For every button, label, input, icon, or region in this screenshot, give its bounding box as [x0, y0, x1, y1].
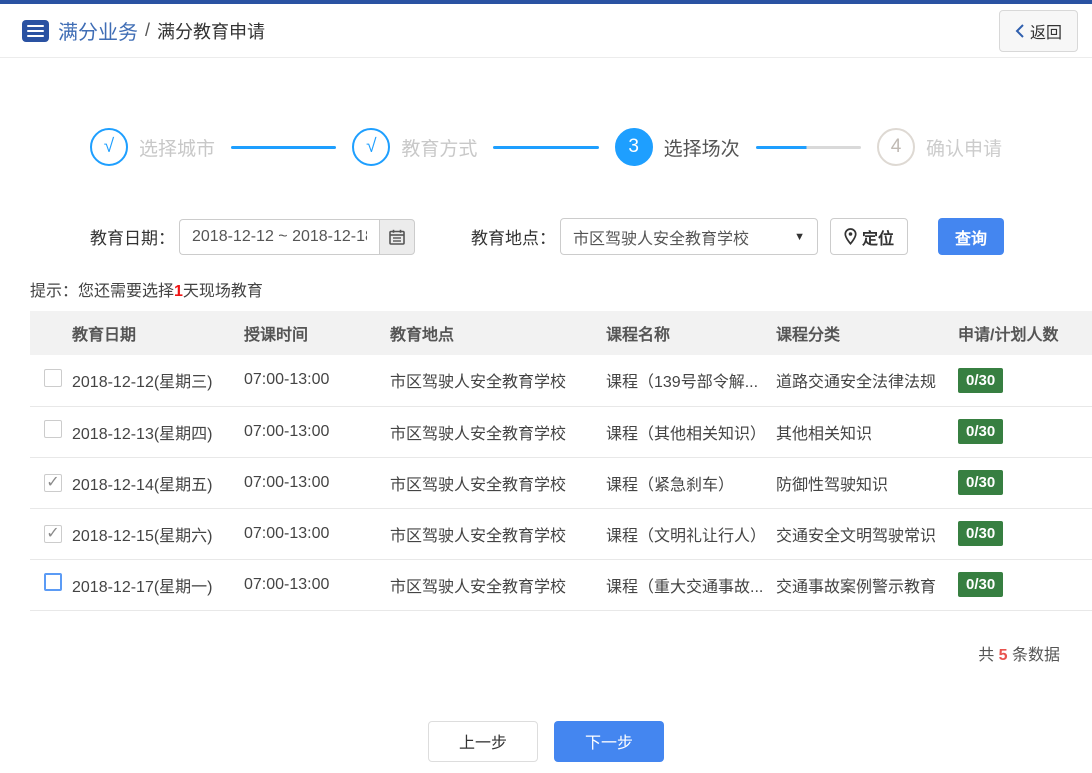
- row-checkbox[interactable]: [44, 573, 62, 591]
- cell-time: 07:00-13:00: [244, 473, 330, 491]
- previous-step-button[interactable]: 上一步: [428, 720, 538, 762]
- breadcrumb-module[interactable]: 满分业务: [58, 16, 138, 45]
- cell-date: 2018-12-14(星期五): [72, 476, 213, 494]
- locate-button[interactable]: 定位: [830, 218, 909, 255]
- step-connector: [493, 145, 599, 149]
- step-4-label: 确认申请: [925, 138, 1002, 160]
- back-button-label: 返回: [1029, 24, 1062, 42]
- row-checkbox[interactable]: ✓: [44, 524, 62, 543]
- cell-course: 课程（文明礼让行人）: [606, 527, 767, 545]
- wizard-stepper: √ 选择城市 √ 教育方式 3 选择场次 4 确认申请: [90, 128, 1002, 166]
- table-row: ✓ 2018-12-14(星期五) 07:00-13:00 市区驾驶人安全教育学…: [30, 457, 1092, 508]
- step-connector: [231, 145, 337, 149]
- cell-location: 市区驾驶人安全教育学校: [390, 425, 567, 443]
- filter-bar: 教育日期： 教育地点： 市区驾驶人安全教育学校 ▼ 定位 查询: [90, 218, 1092, 255]
- cell-location: 市区驾驶人安全教育学校: [390, 476, 567, 494]
- quota-badge: 0/30: [958, 572, 1004, 597]
- col-location: 教育地点: [390, 327, 455, 344]
- chevron-left-icon: [1015, 23, 1024, 38]
- table-row: ✓ 2018-12-15(星期六) 07:00-13:00 市区驾驶人安全教育学…: [30, 508, 1092, 559]
- step-3-label: 选择场次: [663, 138, 740, 160]
- table-row: 2018-12-12(星期三) 07:00-13:00 市区驾驶人安全教育学校 …: [30, 355, 1092, 406]
- cell-category: 交通安全文明驾驶常识: [776, 527, 937, 545]
- cell-category: 交通事故案例警示教育: [776, 578, 937, 596]
- page-header: 满分业务 / 满分教育申请 返回: [0, 4, 1092, 58]
- session-table: 教育日期 授课时间 教育地点 课程名称 课程分类 申请/计划人数 2018-12…: [30, 311, 1092, 611]
- cell-time: 07:00-13:00: [244, 371, 330, 389]
- step-1-label: 选择城市: [139, 138, 216, 160]
- quota-badge: 0/30: [958, 521, 1004, 546]
- search-button[interactable]: 查询: [938, 218, 1005, 255]
- col-course: 课程名称: [606, 327, 671, 344]
- col-checkbox: [30, 311, 72, 355]
- cell-location: 市区驾驶人安全教育学校: [390, 578, 567, 596]
- row-checkbox[interactable]: [44, 420, 62, 438]
- col-category: 课程分类: [776, 327, 841, 344]
- wizard-footer: 上一步 下一步: [0, 720, 1092, 762]
- cell-time: 07:00-13:00: [244, 524, 330, 542]
- cell-location: 市区驾驶人安全教育学校: [390, 374, 567, 392]
- location-select[interactable]: 市区驾驶人安全教育学校 ▼: [560, 218, 818, 255]
- step-confirm-application: 4 确认申请: [876, 128, 1002, 166]
- quota-badge: 0/30: [958, 470, 1004, 495]
- page-title: 满分教育申请: [157, 21, 266, 42]
- row-checkbox[interactable]: [44, 368, 62, 387]
- cell-date: 2018-12-17(星期一): [72, 578, 213, 596]
- list-icon: [22, 19, 49, 42]
- cell-date: 2018-12-12(星期三): [72, 374, 213, 392]
- locate-button-label: 定位: [862, 230, 895, 248]
- date-range-label: 教育日期：: [90, 229, 175, 248]
- step-connector: [755, 145, 861, 149]
- date-range-input[interactable]: [179, 218, 379, 255]
- step-select-city: √ 选择城市: [90, 128, 215, 166]
- col-time: 授课时间: [244, 327, 309, 344]
- quota-badge: 0/30: [958, 419, 1004, 444]
- date-range-group: [179, 218, 415, 255]
- cell-date: 2018-12-15(星期六): [72, 527, 213, 545]
- location-label: 教育地点：: [471, 229, 556, 248]
- col-quota: 申请/计划人数: [958, 327, 1059, 344]
- map-pin-icon: [844, 228, 857, 245]
- cell-category: 防御性驾驶知识: [776, 476, 889, 494]
- cell-location: 市区驾驶人安全教育学校: [390, 527, 567, 545]
- row-checkbox[interactable]: ✓: [44, 473, 62, 492]
- back-button[interactable]: 返回: [998, 9, 1078, 52]
- step-2-circle: √: [352, 128, 391, 166]
- quota-badge: 0/30: [958, 367, 1004, 393]
- hint-days-remaining: 1: [174, 283, 183, 300]
- step-4-circle: 4: [876, 128, 915, 166]
- cell-date: 2018-12-13(星期四): [72, 425, 213, 443]
- cell-course: 课程（139号部令解...: [606, 374, 759, 392]
- col-date: 教育日期: [72, 327, 137, 344]
- table-row: 2018-12-13(星期四) 07:00-13:00 市区驾驶人安全教育学校 …: [30, 406, 1092, 457]
- cell-category: 道路交通安全法律法规: [776, 374, 937, 392]
- chevron-down-icon: ▼: [794, 230, 805, 243]
- cell-time: 07:00-13:00: [244, 422, 330, 440]
- step-education-mode: √ 教育方式: [352, 128, 477, 166]
- selection-hint: 提示：您还需要选择1天现场教育: [30, 283, 263, 300]
- cell-category: 其他相关知识: [776, 425, 873, 443]
- step-1-circle: √: [90, 128, 128, 166]
- cell-course: 课程（重大交通事故...: [606, 578, 764, 596]
- table-row: 2018-12-17(星期一) 07:00-13:00 市区驾驶人安全教育学校 …: [30, 559, 1092, 610]
- record-count-number: 5: [998, 646, 1008, 664]
- next-step-button[interactable]: 下一步: [554, 720, 664, 762]
- cell-time: 07:00-13:00: [244, 575, 330, 593]
- calendar-icon[interactable]: [379, 218, 415, 255]
- step-3-circle: 3: [614, 128, 653, 166]
- table-header-row: 教育日期 授课时间 教育地点 课程名称 课程分类 申请/计划人数: [30, 311, 1092, 355]
- location-select-value: 市区驾驶人安全教育学校: [573, 230, 750, 248]
- step-2-label: 教育方式: [401, 138, 478, 160]
- breadcrumb-separator: /: [145, 20, 151, 40]
- cell-course: 课程（紧急刹车）: [606, 476, 735, 494]
- cell-course: 课程（其他相关知识）: [606, 425, 767, 443]
- step-select-session: 3 选择场次: [614, 128, 740, 166]
- record-count: 共 5 条数据: [978, 646, 1060, 664]
